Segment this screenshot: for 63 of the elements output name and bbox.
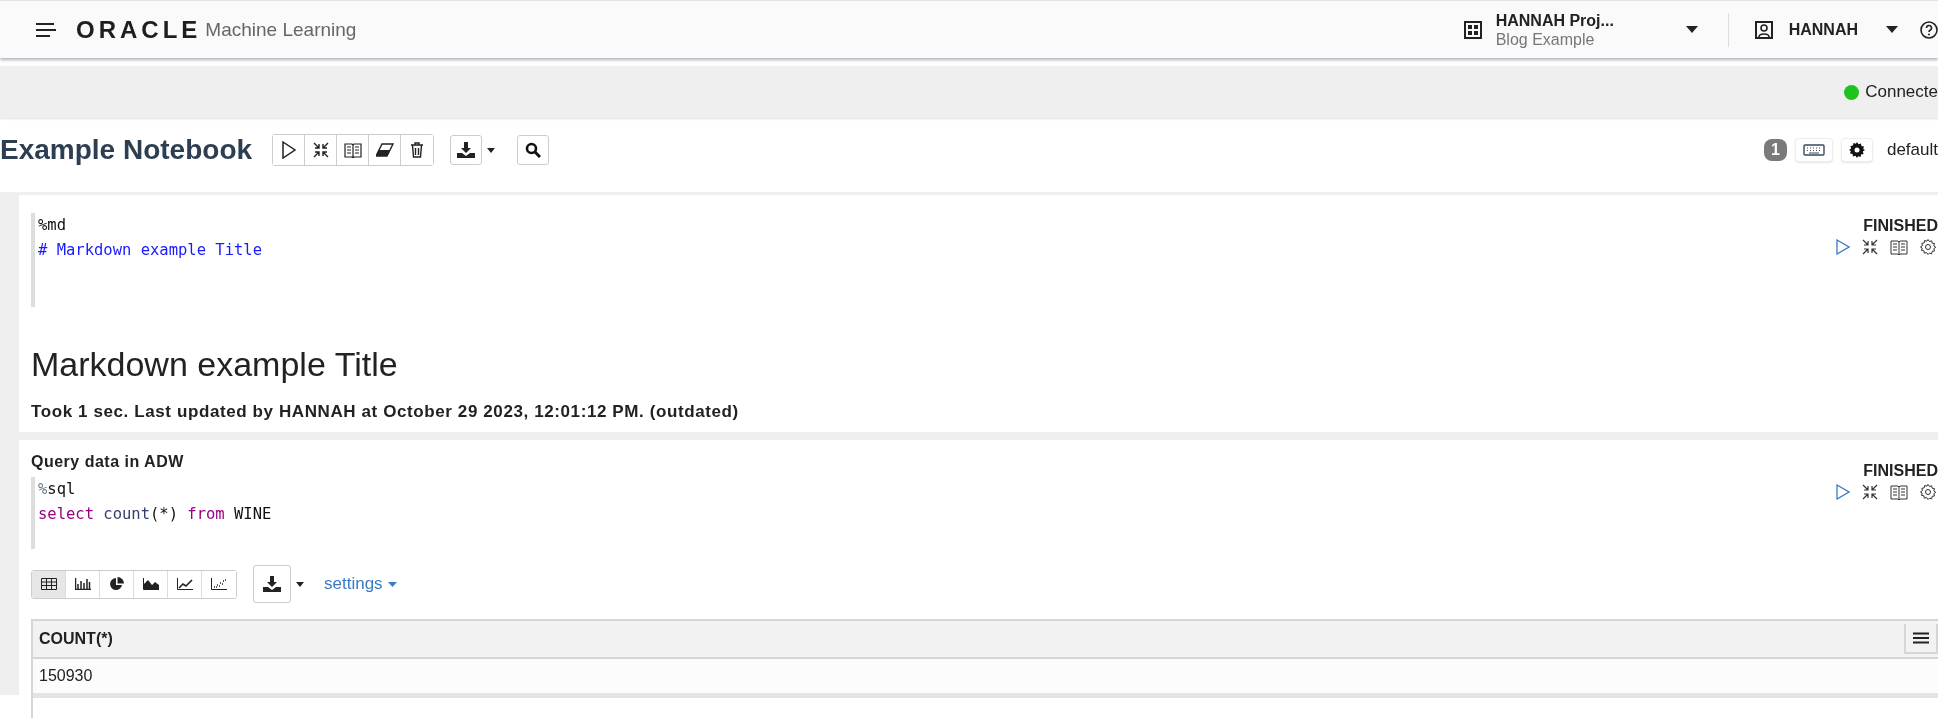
project-name[interactable]: HANNAH Proj... bbox=[1495, 10, 1681, 30]
notebook-title: Example Notebook bbox=[0, 134, 253, 166]
download-button[interactable] bbox=[450, 135, 483, 165]
book-icon[interactable] bbox=[1890, 239, 1908, 255]
menu-icon[interactable] bbox=[36, 22, 56, 37]
grid-icon bbox=[1463, 20, 1482, 39]
line-chart-icon bbox=[176, 578, 193, 590]
search-icon bbox=[525, 142, 542, 158]
collapse-icon[interactable] bbox=[1862, 239, 1878, 255]
download-button[interactable] bbox=[253, 565, 291, 603]
keyboard-button[interactable] bbox=[1794, 138, 1833, 162]
connection-status: Connecte bbox=[1865, 82, 1938, 102]
code-line: select count(*) from WINE bbox=[38, 504, 273, 525]
run-icon[interactable] bbox=[1836, 484, 1850, 500]
bar-chart-icon bbox=[74, 578, 91, 590]
product-name: Machine Learning bbox=[205, 18, 357, 41]
user-icon bbox=[1754, 20, 1773, 39]
collapse-icon bbox=[312, 142, 329, 158]
settings-button[interactable] bbox=[1840, 138, 1873, 162]
markdown-heading: Markdown example Title bbox=[31, 345, 399, 384]
settings-link[interactable]: settings bbox=[324, 574, 383, 594]
download-icon bbox=[457, 142, 476, 158]
play-icon bbox=[280, 141, 297, 159]
paragraph-status: FINISHED bbox=[1863, 462, 1938, 480]
caret-icon[interactable] bbox=[487, 147, 496, 153]
run-icon[interactable] bbox=[1836, 239, 1850, 255]
table-cell-text: 150930 bbox=[38, 667, 93, 685]
download-icon bbox=[263, 576, 281, 592]
table-icon bbox=[40, 578, 57, 590]
area-chart-icon bbox=[142, 578, 159, 590]
run-all-button[interactable] bbox=[273, 135, 306, 165]
code-editor[interactable]: %md # Markdown example Title bbox=[31, 213, 1836, 307]
interpreter-name[interactable]: default bbox=[1886, 140, 1938, 160]
count-badge: 1 bbox=[1764, 139, 1787, 161]
caret-icon[interactable] bbox=[1886, 26, 1898, 33]
book-icon[interactable] bbox=[1890, 484, 1908, 500]
menu-button[interactable] bbox=[1904, 624, 1938, 654]
settings-icon[interactable] bbox=[1920, 239, 1938, 255]
code-line: %sql bbox=[38, 479, 77, 500]
search-button[interactable] bbox=[517, 135, 550, 165]
scatter-chart-icon bbox=[211, 578, 227, 590]
trash-icon bbox=[410, 142, 425, 158]
run-info: Took 1 sec. Last updated by HANNAH at October 29 2023, 12:01:12 PM. (outdated) bbox=[31, 402, 740, 422]
user-name[interactable]: HANNAH bbox=[1788, 20, 1858, 39]
code-editor[interactable]: %sql select count(*) from WINE bbox=[31, 477, 1836, 549]
brand-logo: ORACLE bbox=[76, 15, 202, 44]
menu-icon bbox=[1913, 632, 1929, 644]
settings-icon[interactable] bbox=[1920, 484, 1938, 500]
help-icon[interactable] bbox=[1920, 20, 1938, 39]
code-line: # Markdown example Title bbox=[38, 240, 263, 261]
book-icon bbox=[343, 142, 362, 158]
paragraph-status: FINISHED bbox=[1863, 217, 1938, 235]
caret-icon[interactable] bbox=[296, 581, 304, 587]
eraser-icon bbox=[375, 143, 394, 157]
code-line: %md bbox=[38, 215, 67, 236]
caret-icon[interactable] bbox=[1685, 26, 1698, 33]
workspace-name: Blog Example bbox=[1495, 29, 1596, 49]
pie-chart-icon bbox=[109, 577, 124, 591]
keyboard-icon bbox=[1802, 144, 1825, 156]
paragraph-title: Query data in ADW bbox=[31, 453, 185, 471]
table-view-button[interactable] bbox=[32, 570, 66, 598]
settings-icon bbox=[1848, 142, 1865, 158]
collapse-icon[interactable] bbox=[1862, 484, 1878, 500]
